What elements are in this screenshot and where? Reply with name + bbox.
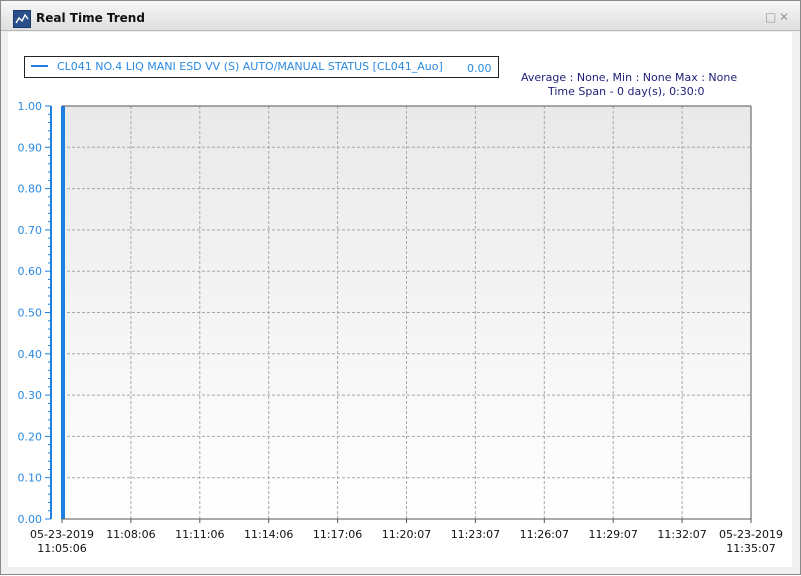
x-tick-label: 11:14:06 [244, 528, 293, 541]
y-tick-label: 0.20 [18, 430, 43, 443]
x-tick-label: 11:08:06 [106, 528, 155, 541]
y-tick-label: 0.60 [18, 265, 43, 278]
y-tick-label: 0.00 [18, 513, 43, 526]
y-tick-label: 0.30 [18, 389, 43, 402]
x-tick-label: 11:11:06 [175, 528, 224, 541]
x-tick-label: 11:32:07 [657, 528, 706, 541]
x-tick-label: 11:26:07 [520, 528, 569, 541]
y-tick-label: 0.50 [18, 307, 43, 320]
y-tick-label: 0.80 [18, 183, 43, 196]
trend-chart[interactable]: 0.00 0.10 0.20 0.30 0.40 0.50 0.60 0.70 0.80 0.90… [1, 1, 801, 576]
y-tick-label: 0.70 [18, 224, 43, 237]
y-tick-label: 0.10 [18, 472, 43, 485]
x-tick-label: 05-23-2019 [719, 528, 783, 541]
y-tick-label: 1.00 [18, 100, 43, 113]
y-tick-label: 0.90 [18, 141, 43, 154]
x-tick-label-date: 11:05:06 [37, 542, 86, 555]
x-tick-label-date: 11:35:07 [726, 542, 775, 555]
x-tick-label: 05-23-2019 [30, 528, 94, 541]
real-time-trend-window: Real Time Trend □ ✕ CL041 NO.4 LIQ MANI … [0, 0, 801, 575]
x-tick-label: 11:29:07 [588, 528, 637, 541]
x-tick-label: 11:20:07 [382, 528, 431, 541]
x-tick-label: 11:23:07 [451, 528, 500, 541]
x-tick-label: 11:17:06 [313, 528, 362, 541]
y-tick-label: 0.40 [18, 348, 43, 361]
